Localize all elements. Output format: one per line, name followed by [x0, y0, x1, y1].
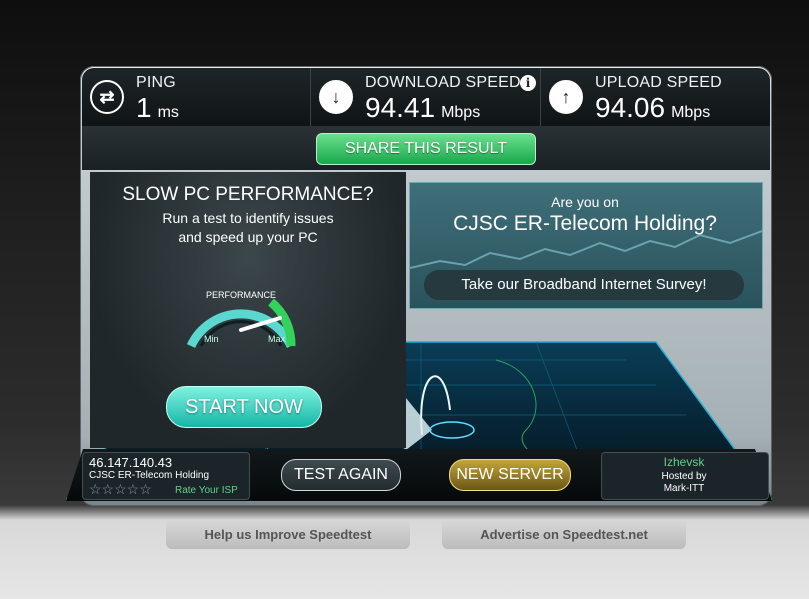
start-now-button[interactable]: START NOW — [166, 386, 322, 428]
advertise-link[interactable]: Advertise on Speedtest.net — [442, 521, 686, 549]
gauge-label: PERFORMANCE — [206, 290, 276, 300]
upload-unit: Mbps — [671, 104, 711, 121]
promo-line-2: and speed up your PC — [178, 229, 318, 245]
star-icon[interactable]: ☆☆☆☆☆ — [89, 481, 152, 498]
ping-stat: ⇄ PING 1 ms — [82, 68, 310, 126]
isp-question: Are you on — [551, 194, 619, 210]
promo-line-1: Run a test to identify issues — [162, 210, 334, 226]
client-ip: 46.147.140.43 — [89, 455, 173, 470]
ping-unit: ms — [157, 104, 179, 121]
upload-stat: ↑ UPLOAD SPEED 94.06 Mbps — [540, 68, 771, 126]
help-improve-link[interactable]: Help us Improve Speedtest — [166, 521, 410, 549]
exchange-arrows-icon: ⇄ — [90, 80, 124, 114]
download-arrow-icon: ↓ — [319, 80, 353, 114]
upload-number: 94.06 — [595, 92, 666, 123]
server-host: Mark-ITT — [663, 483, 705, 494]
ping-value: 1 ms — [136, 92, 179, 124]
share-result-button[interactable]: SHARE THIS RESULT — [316, 133, 536, 165]
ping-label: PING — [136, 74, 176, 91]
hosted-by-label: Hosted by — [661, 471, 707, 482]
promo-title: SLOW PC PERFORMANCE? — [122, 184, 374, 205]
info-icon[interactable]: i — [520, 75, 536, 91]
download-value: 94.41 Mbps — [365, 92, 480, 124]
rate-isp-link[interactable]: Rate Your ISP — [175, 485, 238, 496]
download-unit: Mbps — [441, 104, 481, 121]
ping-number: 1 — [136, 92, 152, 123]
gauge-max-label: Max — [268, 334, 286, 344]
download-label: DOWNLOAD SPEED — [365, 74, 521, 91]
download-number: 94.41 — [365, 92, 436, 123]
performance-gauge: PERFORMANCE Min Max — [186, 290, 296, 348]
survey-button[interactable]: Take our Broadband Internet Survey! — [424, 270, 744, 300]
test-again-button[interactable]: TEST AGAIN — [281, 459, 401, 491]
new-server-button[interactable]: NEW SERVER — [449, 459, 571, 491]
upload-arrow-icon: ↑ — [549, 80, 583, 114]
isp-name: CJSC ER-Telecom Holding? — [453, 212, 717, 235]
server-city: Izhevsk — [663, 455, 705, 469]
upload-label: UPLOAD SPEED — [595, 74, 722, 91]
download-stat: ↓ DOWNLOAD SPEED 94.41 Mbps — [310, 68, 541, 126]
upload-value: 94.06 Mbps — [595, 92, 710, 124]
client-isp: CJSC ER-Telecom Holding — [89, 470, 210, 481]
gauge-min-label: Min — [204, 334, 219, 344]
results-bar: ⇄ PING 1 ms ↓ DOWNLOAD SPEED 94.41 Mbps ↑ … — [82, 68, 770, 126]
